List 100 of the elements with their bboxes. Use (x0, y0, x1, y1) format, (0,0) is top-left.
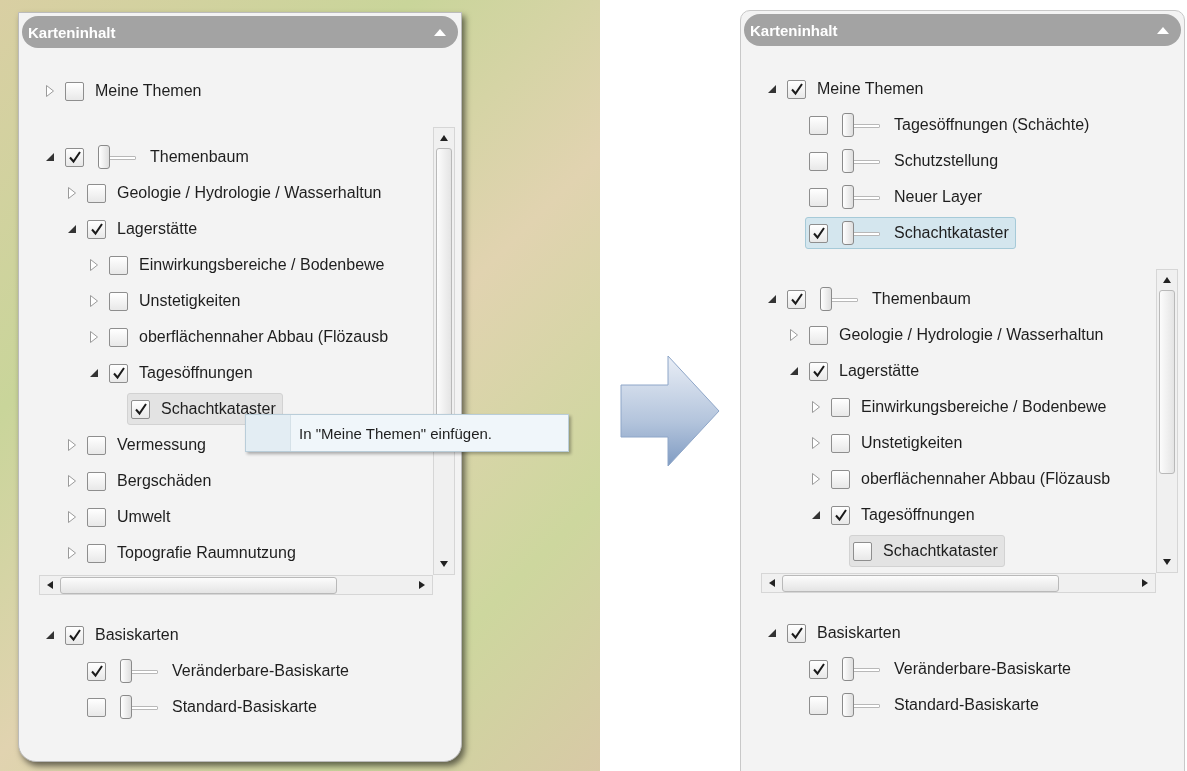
checkbox[interactable] (65, 81, 84, 101)
tree-item[interactable]: Veränderbare-Basiskarte (805, 653, 1078, 685)
checkbox[interactable] (109, 327, 128, 347)
opacity-slider[interactable] (842, 185, 880, 209)
opacity-slider[interactable] (120, 695, 158, 719)
tree-item[interactable]: Tagesöffnungen (827, 499, 982, 531)
opacity-slider[interactable] (842, 149, 880, 173)
opacity-slider[interactable] (120, 659, 158, 683)
horizontal-scrollbar[interactable] (39, 575, 433, 595)
menu-item[interactable]: In "Meine Themen" einfügen. (291, 415, 498, 451)
opacity-slider[interactable] (842, 693, 880, 717)
checkbox[interactable] (787, 623, 806, 643)
tree-item[interactable]: Basiskarten (783, 617, 908, 649)
triangle-icon (1142, 579, 1148, 587)
tree-item[interactable]: Umwelt (83, 501, 178, 533)
checkbox[interactable] (809, 695, 828, 715)
tree-item[interactable]: oberflächennaher Abbau (Flözausb (105, 321, 396, 353)
tree-item[interactable]: Veränderbare-Basiskarte (83, 655, 356, 687)
tree-item[interactable]: Schachtkataster (127, 393, 283, 425)
opacity-slider[interactable] (842, 221, 880, 245)
checkbox[interactable] (787, 79, 806, 99)
slider-thumb[interactable] (842, 221, 854, 245)
opacity-slider[interactable] (842, 113, 880, 137)
checkbox[interactable] (109, 291, 128, 311)
tree-item[interactable]: Lagerstätte (805, 355, 927, 387)
tree-item[interactable]: Geologie / Hydrologie / Wasserhaltun (805, 319, 1111, 351)
opacity-slider[interactable] (842, 657, 880, 681)
checkbox[interactable] (831, 505, 850, 525)
checkbox[interactable] (809, 151, 828, 171)
checkbox[interactable] (809, 187, 828, 207)
opacity-slider[interactable] (820, 287, 858, 311)
checkbox[interactable] (809, 659, 828, 679)
tree-item[interactable]: Bergschäden (83, 465, 219, 497)
checkbox[interactable] (809, 361, 828, 381)
checkbox[interactable] (65, 625, 84, 645)
layer-label: Basiskarten (817, 624, 901, 642)
layer-label: Themenbaum (872, 290, 971, 308)
vertical-scrollbar[interactable] (1156, 269, 1178, 573)
checkbox[interactable] (87, 507, 106, 527)
checkbox[interactable] (109, 255, 128, 275)
checkbox[interactable] (809, 115, 828, 135)
slider-thumb[interactable] (98, 145, 110, 169)
tree-item[interactable]: Basiskarten (61, 619, 186, 651)
slider-thumb[interactable] (842, 657, 854, 681)
opacity-slider[interactable] (98, 145, 136, 169)
tree-item[interactable]: Topografie Raumnutzung (83, 537, 303, 569)
checkbox[interactable] (87, 543, 106, 563)
tree-item[interactable]: Standard-Basiskarte (805, 689, 1046, 721)
scrollbar-thumb[interactable] (60, 576, 337, 594)
checkbox[interactable] (87, 435, 106, 455)
checkbox[interactable] (787, 289, 806, 309)
checkbox[interactable] (65, 147, 84, 167)
layer-label: Schachtkataster (161, 400, 276, 418)
layer-label: oberflächennaher Abbau (Flözausb (139, 328, 389, 346)
checkbox[interactable] (809, 223, 828, 243)
checkbox[interactable] (87, 471, 106, 491)
tree-item[interactable]: Schachtkataster (849, 535, 1005, 567)
slider-thumb[interactable] (842, 693, 854, 717)
tree-item[interactable]: Schachtkataster (805, 217, 1016, 249)
tree-item[interactable]: Meine Themen (783, 73, 931, 105)
slider-thumb[interactable] (842, 113, 854, 137)
scrollbar-thumb[interactable] (782, 574, 1060, 592)
tree-item[interactable]: Lagerstätte (83, 213, 205, 245)
tree-item[interactable]: Tagesöffnungen (105, 357, 260, 389)
slider-thumb[interactable] (120, 659, 132, 683)
slider-thumb[interactable] (842, 185, 854, 209)
checkbox[interactable] (131, 399, 150, 419)
tree-item[interactable]: Vermessung (83, 429, 213, 461)
tree-item[interactable]: Themenbaum (61, 141, 256, 173)
checkbox[interactable] (109, 363, 128, 383)
tree-item[interactable]: Meine Themen (61, 75, 209, 107)
tree-item[interactable]: Unstetigkeiten (827, 427, 970, 459)
tree-item[interactable]: Geologie / Hydrologie / Wasserhaltun (83, 177, 389, 209)
tree-item[interactable]: Einwirkungsbereiche / Bodenbewe (105, 249, 392, 281)
tree-item[interactable]: Schutzstellung (805, 145, 1006, 177)
checkbox[interactable] (809, 325, 828, 345)
collapse-icon[interactable] (1157, 26, 1169, 34)
tree-item[interactable]: Unstetigkeiten (105, 285, 248, 317)
horizontal-scrollbar[interactable] (761, 573, 1156, 593)
checkbox[interactable] (87, 697, 106, 717)
tree-item[interactable]: Neuer Layer (805, 181, 990, 213)
tree-item[interactable]: Einwirkungsbereiche / Bodenbewe (827, 391, 1114, 423)
collapse-icon[interactable] (434, 28, 446, 36)
tree-item[interactable]: Themenbaum (783, 283, 978, 315)
checkbox[interactable] (87, 219, 106, 239)
tree-item[interactable]: Tagesöffnungen (Schächte) (805, 109, 1097, 141)
checkbox[interactable] (87, 661, 106, 681)
checkbox[interactable] (831, 433, 850, 453)
slider-thumb[interactable] (820, 287, 832, 311)
checkbox[interactable] (831, 469, 850, 489)
layer-label: Veränderbare-Basiskarte (894, 660, 1071, 678)
slider-thumb[interactable] (120, 695, 132, 719)
layer-label: Themenbaum (150, 148, 249, 166)
scrollbar-thumb[interactable] (1159, 290, 1175, 474)
tree-item[interactable]: oberflächennaher Abbau (Flözausb (827, 463, 1118, 495)
checkbox[interactable] (853, 541, 872, 561)
checkbox[interactable] (831, 397, 850, 417)
slider-thumb[interactable] (842, 149, 854, 173)
checkbox[interactable] (87, 183, 106, 203)
tree-item[interactable]: Standard-Basiskarte (83, 691, 324, 723)
